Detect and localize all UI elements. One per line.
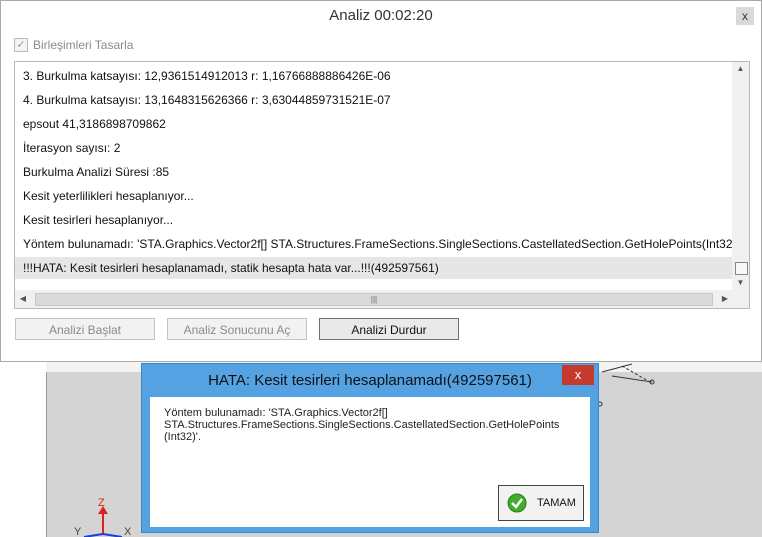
- horizontal-scrollbar[interactable]: ◀ ||| ▶: [15, 290, 749, 308]
- close-button[interactable]: x: [736, 7, 754, 25]
- log-line-selected[interactable]: !!!HATA: Kesit tesirleri hesaplanamadı, …: [15, 257, 733, 279]
- error-close-button[interactable]: x: [562, 365, 594, 385]
- vertical-scrollbar[interactable]: ▲ ▼: [732, 62, 749, 290]
- scroll-left-icon[interactable]: ◀: [15, 290, 31, 308]
- log-line: epsout 41,3186898709862: [23, 117, 166, 131]
- checkbox-checked-icon[interactable]: ✓: [14, 38, 28, 52]
- axis-label-y: Y: [74, 526, 82, 537]
- error-dialog: HATA: Kesit tesirleri hesaplanamadı(4925…: [141, 363, 599, 533]
- window-title: Analiz 00:02:20: [329, 7, 433, 24]
- axis-triad-icon: Z Y X: [74, 498, 132, 537]
- model-sketch: [597, 363, 655, 407]
- open-analysis-result-button[interactable]: Analiz Sonucunu Aç: [167, 318, 307, 340]
- error-message: Yöntem bulunamadı: 'STA.Graphics.Vector2…: [164, 407, 560, 443]
- analysis-window: Analiz 00:02:20 x ✓ Birleşimleri Tasarla…: [0, 0, 762, 362]
- stop-analysis-button[interactable]: Analizi Durdur: [319, 318, 459, 340]
- check-icon: [507, 493, 527, 513]
- log-line: Burkulma Analizi Süresi :85: [23, 165, 170, 179]
- vertical-scroll-thumb[interactable]: [735, 262, 748, 275]
- analysis-log[interactable]: 3. Burkulma katsayısı: 12,9361514912013 …: [14, 61, 750, 309]
- start-analysis-button[interactable]: Analizi Başlat: [15, 318, 155, 340]
- scroll-up-icon[interactable]: ▲: [732, 62, 749, 76]
- log-line: İterasyon sayısı: 2: [23, 141, 121, 155]
- log-line: Kesit yeterlilikleri hesaplanıyor...: [23, 189, 194, 203]
- error-dialog-title: HATA: Kesit tesirleri hesaplanamadı(4925…: [208, 372, 532, 389]
- log-content: 3. Burkulma katsayısı: 12,9361514912013 …: [15, 62, 733, 290]
- scroll-down-icon[interactable]: ▼: [732, 276, 749, 290]
- scroll-right-icon[interactable]: ▶: [717, 290, 733, 308]
- log-line: 4. Burkulma katsayısı: 13,1648315626366 …: [23, 93, 391, 107]
- horizontal-scroll-thumb[interactable]: |||: [35, 293, 713, 306]
- log-line: Yöntem bulunamadı: 'STA.Graphics.Vector2…: [23, 237, 733, 251]
- checkbox-label: Birleşimleri Tasarla: [33, 38, 134, 52]
- axis-label-x: X: [124, 526, 132, 537]
- axis-label-z: Z: [98, 498, 105, 509]
- log-line: Kesit tesirleri hesaplanıyor...: [23, 213, 174, 227]
- ok-button-label: TAMAM: [537, 497, 576, 509]
- ok-button[interactable]: TAMAM: [498, 485, 584, 521]
- error-dialog-body: Yöntem bulunamadı: 'STA.Graphics.Vector2…: [150, 397, 590, 527]
- log-line: 3. Burkulma katsayısı: 12,9361514912013 …: [23, 69, 391, 83]
- design-connections-checkbox-row[interactable]: ✓ Birleşimleri Tasarla: [14, 37, 133, 53]
